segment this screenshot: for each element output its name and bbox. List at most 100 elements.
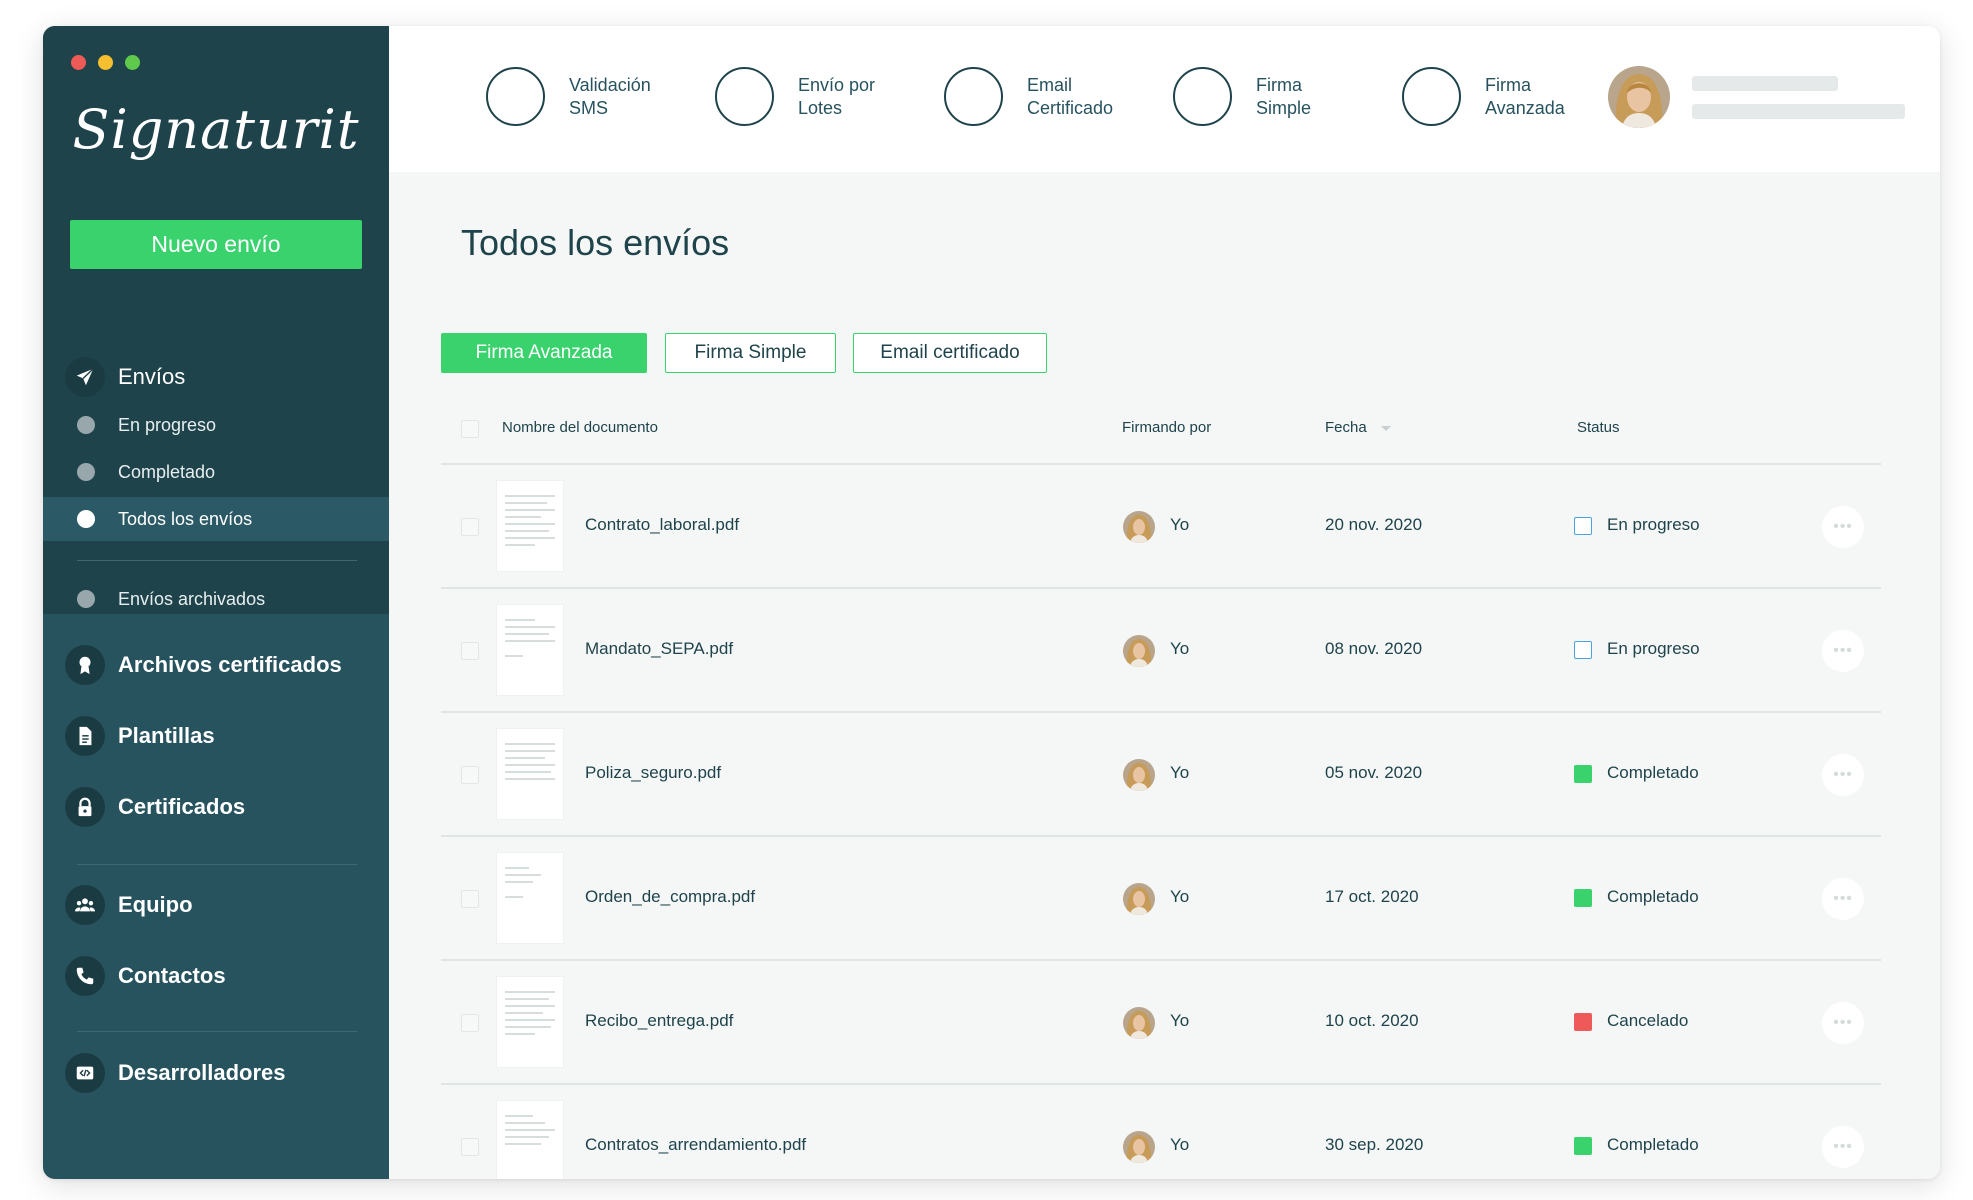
- sidebar: Signaturit Nuevo envío Envíos En progres…: [43, 26, 389, 1179]
- feature-validacion-sms[interactable]: Validación SMS: [486, 67, 679, 126]
- more-options-icon[interactable]: •••: [1822, 1126, 1864, 1168]
- close-window-button[interactable]: [71, 55, 86, 70]
- table-row[interactable]: Orden_de_compra.pdf Yo 17 oct. 2020 Comp…: [441, 835, 1881, 961]
- sidebar-item-archivos-certificados[interactable]: Archivos certificados: [65, 645, 342, 685]
- column-header-name[interactable]: Nombre del documento: [502, 419, 658, 436]
- row-checkbox[interactable]: [461, 1014, 479, 1032]
- sidebar-subitem-completado[interactable]: Completado: [43, 450, 389, 494]
- lock-icon: [65, 787, 105, 827]
- maximize-window-button[interactable]: [125, 55, 140, 70]
- status-badge: En progreso: [1607, 515, 1700, 534]
- feature-label: Email Certificado: [1027, 74, 1114, 118]
- document-date: 05 nov. 2020: [1325, 763, 1423, 782]
- sidebar-item-label: Envíos: [118, 364, 186, 389]
- sidebar-subitem-en-progreso[interactable]: En progreso: [43, 403, 389, 447]
- signer-avatar: [1123, 759, 1155, 791]
- status-progress-icon: [1574, 641, 1592, 659]
- row-checkbox[interactable]: [461, 518, 479, 536]
- table-row[interactable]: Recibo_entrega.pdf Yo 10 oct. 2020 Cance…: [441, 959, 1881, 1085]
- table-row[interactable]: Contrato_laboral.pdf Yo 20 nov. 2020 En …: [441, 463, 1881, 589]
- more-options-icon[interactable]: •••: [1822, 506, 1864, 548]
- user-avatar[interactable]: [1608, 66, 1670, 128]
- feature-email-certificado[interactable]: Email Certificado: [944, 67, 1137, 126]
- feature-envio-lotes[interactable]: Envío por Lotes: [715, 67, 908, 126]
- status-completed-icon: [1574, 765, 1592, 783]
- status-badge: En progreso: [1607, 639, 1700, 658]
- paper-plane-icon: [65, 357, 105, 397]
- row-checkbox[interactable]: [461, 766, 479, 784]
- feature-label: Validación SMS: [569, 74, 651, 118]
- row-checkbox[interactable]: [461, 1138, 479, 1156]
- feature-circle-icon: [715, 67, 774, 126]
- feature-label: Firma Avanzada: [1485, 74, 1565, 118]
- more-options-icon[interactable]: •••: [1822, 630, 1864, 672]
- signer-avatar: [1123, 635, 1155, 667]
- row-checkbox[interactable]: [461, 890, 479, 908]
- sidebar-item-label: Archivos certificados: [118, 652, 342, 677]
- signer-name: Yo: [1170, 639, 1190, 658]
- user-email-placeholder: [1692, 104, 1905, 119]
- sidebar-subitem-archivados[interactable]: Envíos archivados: [43, 577, 389, 621]
- sidebar-subitem-label: Envíos archivados: [118, 588, 266, 609]
- filter-firma-simple[interactable]: Firma Simple: [665, 333, 836, 373]
- new-send-button[interactable]: Nuevo envío: [70, 220, 362, 269]
- document-name[interactable]: Contrato_laboral.pdf: [585, 515, 739, 535]
- sort-down-icon[interactable]: [1380, 425, 1391, 431]
- document-thumbnail: [497, 729, 563, 819]
- table-row[interactable]: Poliza_seguro.pdf Yo 05 nov. 2020 Comple…: [441, 711, 1881, 837]
- document-date: 30 sep. 2020: [1325, 1135, 1424, 1154]
- row-checkbox[interactable]: [461, 642, 479, 660]
- document-name[interactable]: Recibo_entrega.pdf: [585, 1011, 733, 1031]
- sidebar-item-certificados[interactable]: Certificados: [65, 787, 245, 827]
- filter-firma-avanzada[interactable]: Firma Avanzada: [441, 333, 647, 373]
- status-badge: Cancelado: [1607, 1011, 1689, 1030]
- logo: Signaturit: [72, 98, 360, 161]
- award-icon: [65, 645, 105, 685]
- sidebar-subitem-todos[interactable]: Todos los envíos: [43, 497, 389, 541]
- more-options-icon[interactable]: •••: [1822, 754, 1864, 796]
- document-name[interactable]: Orden_de_compra.pdf: [585, 887, 755, 907]
- document-thumbnail: [497, 481, 563, 571]
- column-header-signer[interactable]: Firmando por: [1122, 419, 1211, 436]
- status-badge: Completado: [1607, 887, 1699, 906]
- status-badge: Completado: [1607, 763, 1699, 782]
- phone-icon: [65, 956, 105, 996]
- status-progress-icon: [1574, 517, 1592, 535]
- select-all-checkbox[interactable]: [461, 420, 479, 438]
- sidebar-item-envios[interactable]: Envíos: [65, 357, 185, 397]
- document-thumbnail: [497, 977, 563, 1067]
- more-options-icon[interactable]: •••: [1822, 878, 1864, 920]
- more-options-icon[interactable]: •••: [1822, 1002, 1864, 1044]
- signer-name: Yo: [1170, 515, 1190, 534]
- signer-name: Yo: [1170, 1135, 1190, 1154]
- signer-avatar: [1123, 1131, 1155, 1163]
- minimize-window-button[interactable]: [98, 55, 113, 70]
- column-header-status[interactable]: Status: [1577, 419, 1620, 436]
- column-header-date[interactable]: Fecha: [1325, 419, 1391, 436]
- feature-firma-avanzada[interactable]: Firma Avanzada: [1402, 67, 1595, 126]
- signer-name: Yo: [1170, 887, 1190, 906]
- document-name[interactable]: Poliza_seguro.pdf: [585, 763, 721, 783]
- team-icon: [65, 885, 105, 925]
- filter-email-certificado[interactable]: Email certificado: [853, 333, 1047, 373]
- status-dot-icon: [77, 463, 95, 481]
- document-date: 17 oct. 2020: [1325, 887, 1419, 906]
- document-thumbnail: [497, 853, 563, 943]
- document-name[interactable]: Mandato_SEPA.pdf: [585, 639, 733, 659]
- signer-name: Yo: [1170, 1011, 1190, 1030]
- document-date: 20 nov. 2020: [1325, 515, 1423, 534]
- sidebar-item-equipo[interactable]: Equipo: [65, 885, 193, 925]
- feature-firma-simple[interactable]: Firma Simple: [1173, 67, 1366, 126]
- sidebar-item-desarrolladores[interactable]: Desarrolladores: [65, 1053, 286, 1093]
- document-date: 10 oct. 2020: [1325, 1011, 1419, 1030]
- document-name[interactable]: Contratos_arrendamiento.pdf: [585, 1135, 806, 1155]
- document-date: 08 nov. 2020: [1325, 639, 1423, 658]
- window-controls: [71, 55, 140, 70]
- status-dot-icon: [77, 416, 95, 434]
- table-row[interactable]: Contratos_arrendamiento.pdf Yo 30 sep. 2…: [441, 1083, 1881, 1179]
- signer-avatar: [1123, 1007, 1155, 1039]
- document-icon: [65, 716, 105, 756]
- table-row[interactable]: Mandato_SEPA.pdf Yo 08 nov. 2020 En prog…: [441, 587, 1881, 713]
- sidebar-item-plantillas[interactable]: Plantillas: [65, 716, 215, 756]
- sidebar-item-contactos[interactable]: Contactos: [65, 956, 226, 996]
